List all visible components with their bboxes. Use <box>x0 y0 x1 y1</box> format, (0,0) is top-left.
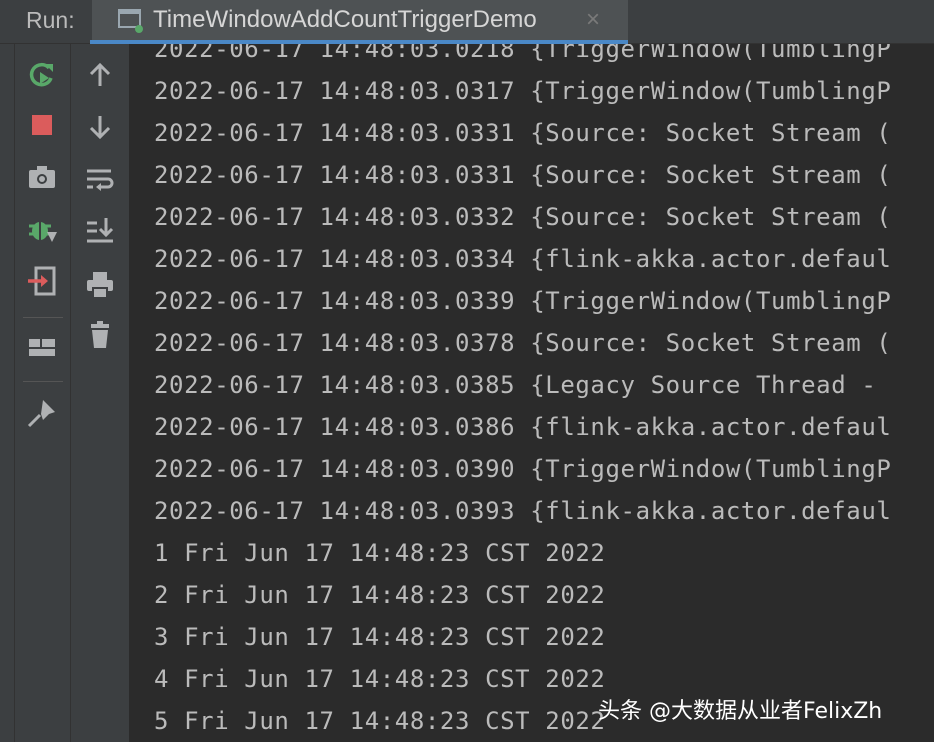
soft-wrap-icon[interactable] <box>83 162 117 196</box>
rerun-icon[interactable] <box>25 58 59 92</box>
debug-restart-icon[interactable] <box>25 212 59 246</box>
down-arrow-icon[interactable] <box>83 110 117 144</box>
camera-icon[interactable] <box>25 160 59 194</box>
console-line: 2022-06-17 14:48:03.0218 {TriggerWindow(… <box>154 44 892 63</box>
exit-icon[interactable] <box>25 264 59 298</box>
run-toolbar-left <box>15 44 71 742</box>
watermark: 头条 @大数据从业者FelixZh <box>598 699 883 724</box>
run-label: Run: <box>26 7 75 33</box>
console-line: 2022-06-17 14:48:03.0386 {flink-akka.act… <box>154 413 892 441</box>
console-line: 2 Fri Jun 17 14:48:23 CST 2022 <box>154 581 606 609</box>
console-line: 2022-06-17 14:48:03.0334 {flink-akka.act… <box>154 245 892 273</box>
toolbar-separator <box>23 381 63 382</box>
up-arrow-icon[interactable] <box>83 58 117 92</box>
console-line: 3 Fri Jun 17 14:48:23 CST 2022 <box>154 623 606 651</box>
console-line: 1 Fri Jun 17 14:48:23 CST 2022 <box>154 539 606 567</box>
run-tab-title: TimeWindowAddCountTriggerDemo <box>153 6 537 33</box>
console-line: 5 Fri Jun 17 14:48:23 CST 2022 <box>154 707 606 735</box>
stop-icon[interactable] <box>25 108 59 142</box>
console-line: 2022-06-17 14:48:03.0385 {Legacy Source … <box>154 371 877 399</box>
console-line: 2022-06-17 14:48:03.0390 {TriggerWindow(… <box>154 455 892 483</box>
console-line: 2022-06-17 14:48:03.0317 {TriggerWindow(… <box>154 77 892 105</box>
console-line: 2022-06-17 14:48:03.0393 {flink-akka.act… <box>154 497 892 525</box>
close-icon[interactable]: × <box>586 6 600 34</box>
scroll-to-end-icon[interactable] <box>83 214 117 248</box>
console-line: 2022-06-17 14:48:03.0331 {Source: Socket… <box>154 161 892 189</box>
run-toolbar-right <box>71 44 130 742</box>
console-line: 4 Fri Jun 17 14:48:23 CST 2022 <box>154 665 606 693</box>
run-config-icon <box>116 6 144 34</box>
left-edge-strip <box>0 44 15 742</box>
run-tab-bar: Run: TimeWindowAddCountTriggerDemo × <box>0 0 934 44</box>
toolbar-separator <box>23 317 63 318</box>
console-line: 2022-06-17 14:48:03.0339 {TriggerWindow(… <box>154 287 892 315</box>
console-line: 2022-06-17 14:48:03.0378 {Source: Socket… <box>154 329 892 357</box>
layout-icon[interactable] <box>25 330 59 364</box>
console-line: 2022-06-17 14:48:03.0331 {Source: Socket… <box>154 119 892 147</box>
trash-icon[interactable] <box>83 318 117 352</box>
console-output[interactable]: 2022-06-17 14:48:03.0218 {TriggerWindow(… <box>130 44 934 742</box>
console-line: 2022-06-17 14:48:03.0332 {Source: Socket… <box>154 203 892 231</box>
pin-icon[interactable] <box>25 396 59 430</box>
print-icon[interactable] <box>83 268 117 302</box>
